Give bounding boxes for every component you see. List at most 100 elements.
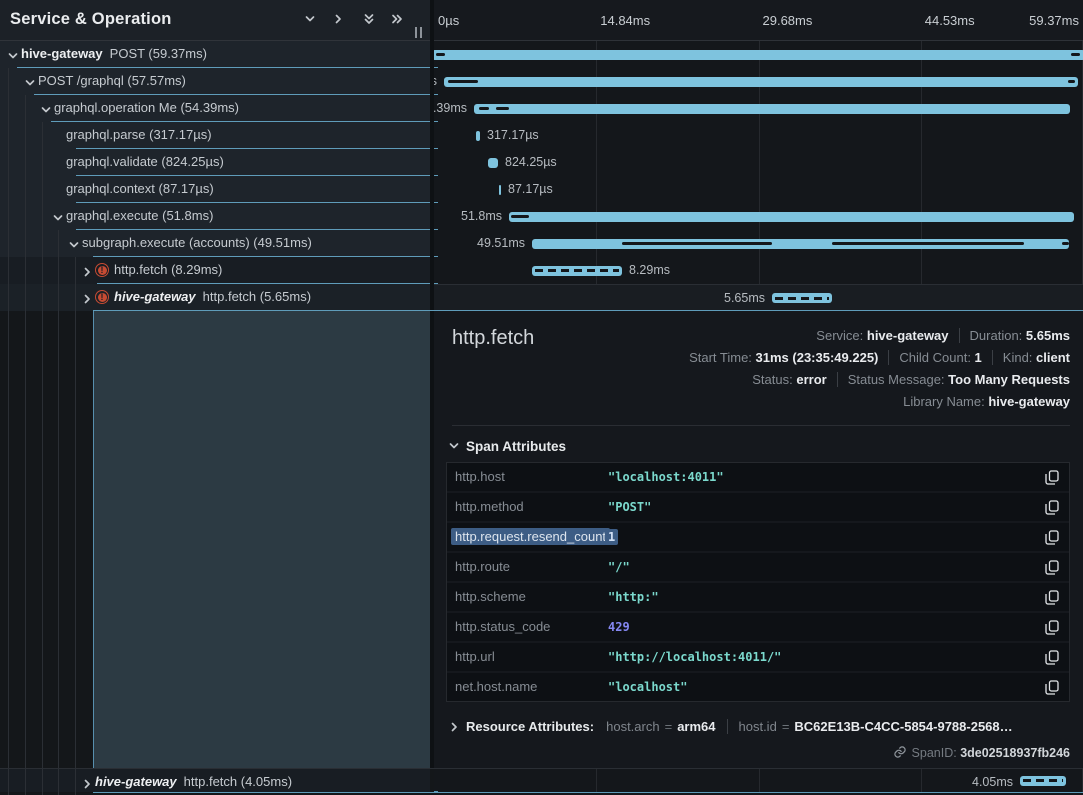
operation-name: graphql.operation Me (54.39ms) [54,100,239,115]
span-bar[interactable] [499,185,501,195]
tree-row[interactable]: graphql.parse (317.17µs) [0,122,430,149]
chevron-down-icon[interactable] [7,49,19,61]
pane-resize-handle[interactable] [415,25,427,36]
selected-row-border [93,310,1083,311]
double-chevron-down-icon[interactable] [362,12,380,30]
indent-guide [8,230,9,257]
tree-row[interactable]: hive-gatewayhttp.fetch (5.65ms) [0,284,430,311]
meta-pair: Library Name: hive-gateway [903,394,1070,409]
span-attributes-table: http.host"localhost:4011"http.method"POS… [446,462,1070,702]
indent-guide [8,95,9,122]
resource-key: host.arch [606,719,659,734]
child-span-marker [511,215,529,218]
attribute-row: http.scheme"http:" [447,583,1069,611]
span-label: POST /graphql (57.57ms) [38,73,186,88]
copy-icon[interactable] [1044,470,1060,486]
span-bar[interactable] [488,158,498,168]
link-icon[interactable] [893,745,907,759]
span-bar[interactable] [474,104,1070,114]
tree-row[interactable]: subgraph.execute (accounts) (49.51ms) [0,230,430,257]
meta-label: Status Message: [848,372,948,387]
child-span-marker [1068,80,1075,83]
chevron-down-icon[interactable] [40,103,52,115]
span-tree: hive-gatewayPOST (59.37ms) POST /graphql … [0,41,430,311]
copy-icon[interactable] [1044,620,1060,636]
tree-header: Service & Operation [0,0,430,41]
copy-icon[interactable] [1044,680,1060,696]
indent-guide [58,257,59,284]
timeline-tick: 14.84ms [600,13,650,28]
tree-row[interactable]: http.fetch (8.29ms) [0,257,430,284]
chevron-right-icon[interactable] [81,265,93,277]
indent-guide [75,284,76,311]
span-attributes-header[interactable]: Span Attributes [448,439,566,454]
meta-pair: Kind: client [992,350,1070,365]
chevron-right-icon[interactable] [448,721,460,736]
timeline-row: 57.57ms [434,68,1083,95]
chevron-down-icon[interactable] [24,76,36,88]
indent-guide [25,284,26,311]
tree-row[interactable]: graphql.validate (824.25µs) [0,149,430,176]
child-span-dashes [1023,779,1063,782]
chevron-down-icon[interactable] [68,238,80,250]
span-bar[interactable] [1020,776,1066,786]
indent-guide [8,149,9,176]
copy-icon[interactable] [1044,590,1060,606]
duration-label: 57.57ms [434,74,437,88]
operation-name: graphql.execute (51.8ms) [66,208,213,223]
double-chevron-right-icon[interactable] [390,12,408,30]
attribute-row: http.request.resend_count1 [447,523,1069,551]
indent-guide [25,149,26,176]
meta-value: 1 [975,350,982,365]
timeline-row: 824.25µs [434,149,1083,176]
chevron-right-icon[interactable] [332,12,350,30]
tree-row[interactable]: POST /graphql (57.57ms) [0,68,430,95]
span-bar[interactable] [434,50,1083,60]
service-name: hive-gateway [95,774,177,789]
bottom-row-border [93,792,1083,793]
copy-icon[interactable] [1044,530,1060,546]
chevron-down-icon [448,440,460,452]
tree-row[interactable]: hive-gatewayhttp.fetch (4.05ms) [0,769,430,792]
child-span-marker [832,242,1024,245]
span-bar[interactable] [444,77,1078,87]
tree-row[interactable]: graphql.execute (51.8ms) [0,203,430,230]
chevron-right-icon[interactable] [81,292,93,304]
timeline-tick: 29.68ms [763,13,813,28]
resource-attributes-title[interactable]: Resource Attributes: [466,719,594,734]
attribute-key: http.url [455,649,495,664]
copy-icon[interactable] [1044,560,1060,576]
duration-label: 8.29ms [629,263,670,277]
chevron-right-icon[interactable] [81,777,93,789]
child-span-marker [479,107,489,110]
attribute-value: "http://localhost:4011/" [608,650,781,664]
copy-icon[interactable] [1044,500,1060,516]
child-span-marker [1071,53,1080,56]
timeline-row [434,41,1083,68]
tree-row[interactable]: graphql.operation Me (54.39ms) [0,95,430,122]
span-bar[interactable] [532,266,622,276]
meta-label: Service: [816,328,867,343]
indent-guide [25,203,26,230]
detail-divider [452,425,1070,426]
indent-guide [75,257,76,284]
span-bar[interactable] [509,212,1074,222]
equals-sign: = [782,719,790,734]
span-label: graphql.context (87.17µs) [66,181,214,196]
meta-pair: Child Count: 1 [888,350,981,365]
operation-name: POST (59.37ms) [110,46,207,61]
meta-value: client [1036,350,1070,365]
copy-icon[interactable] [1044,650,1060,666]
indent-guide [58,230,59,257]
span-bar[interactable] [772,293,832,303]
duration-label: 4.05ms [972,775,1013,789]
meta-label: Duration: [970,328,1026,343]
tree-row[interactable]: hive-gatewayPOST (59.37ms) [0,41,430,68]
attribute-key: http.scheme [455,589,526,604]
tree-row[interactable]: graphql.context (87.17µs) [0,176,430,203]
chevron-down-icon[interactable] [302,12,320,30]
attribute-row: net.host.name"localhost" [447,673,1069,701]
span-bar[interactable] [476,131,480,141]
chevron-down-icon[interactable] [52,211,64,223]
operation-name: graphql.context (87.17µs) [66,181,214,196]
